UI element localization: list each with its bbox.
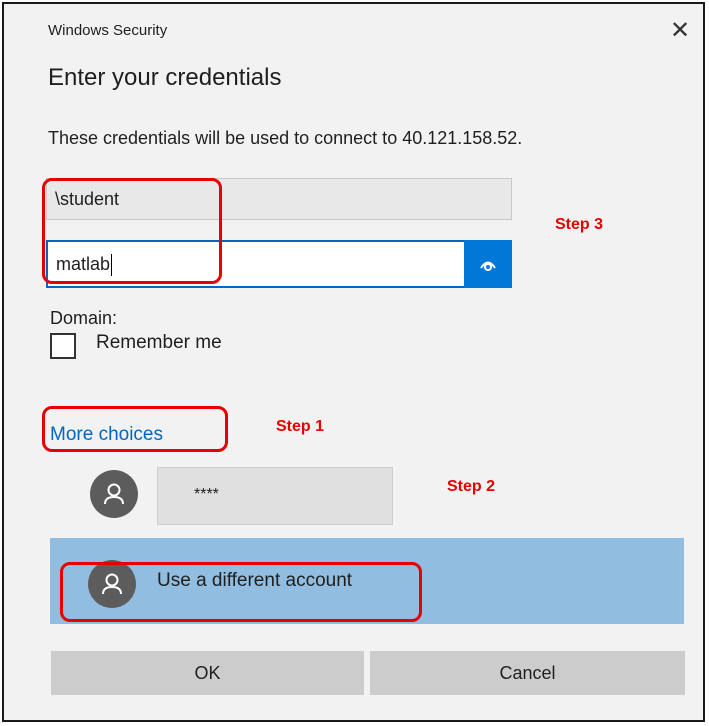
saved-credential-mask: **** <box>194 486 219 503</box>
step1-highlight <box>42 406 228 452</box>
saved-credential-tile[interactable]: **** <box>157 467 393 525</box>
window-title: Windows Security <box>48 22 168 39</box>
dialog-heading: Enter your credentials <box>48 64 282 91</box>
remember-me-checkbox[interactable] <box>50 333 76 359</box>
credential-dialog: Windows Security ✕ Enter your credential… <box>2 2 705 722</box>
dialog-description: These credentials will be used to connec… <box>48 128 523 148</box>
step2-annotation: Step 2 <box>447 478 496 495</box>
step3-annotation: Step 3 <box>555 216 604 233</box>
step1-annotation: Step 1 <box>276 418 325 435</box>
reveal-password-button[interactable] <box>464 240 512 288</box>
domain-label: Domain: <box>50 308 118 328</box>
eye-icon <box>480 261 496 271</box>
step3-highlight <box>42 178 222 284</box>
ok-button[interactable]: OK <box>51 651 364 695</box>
close-icon[interactable]: ✕ <box>664 16 696 46</box>
step2-highlight <box>60 562 422 622</box>
remember-me-label[interactable]: Remember me <box>96 332 222 354</box>
cancel-button[interactable]: Cancel <box>370 651 685 695</box>
user-icon <box>90 470 138 518</box>
